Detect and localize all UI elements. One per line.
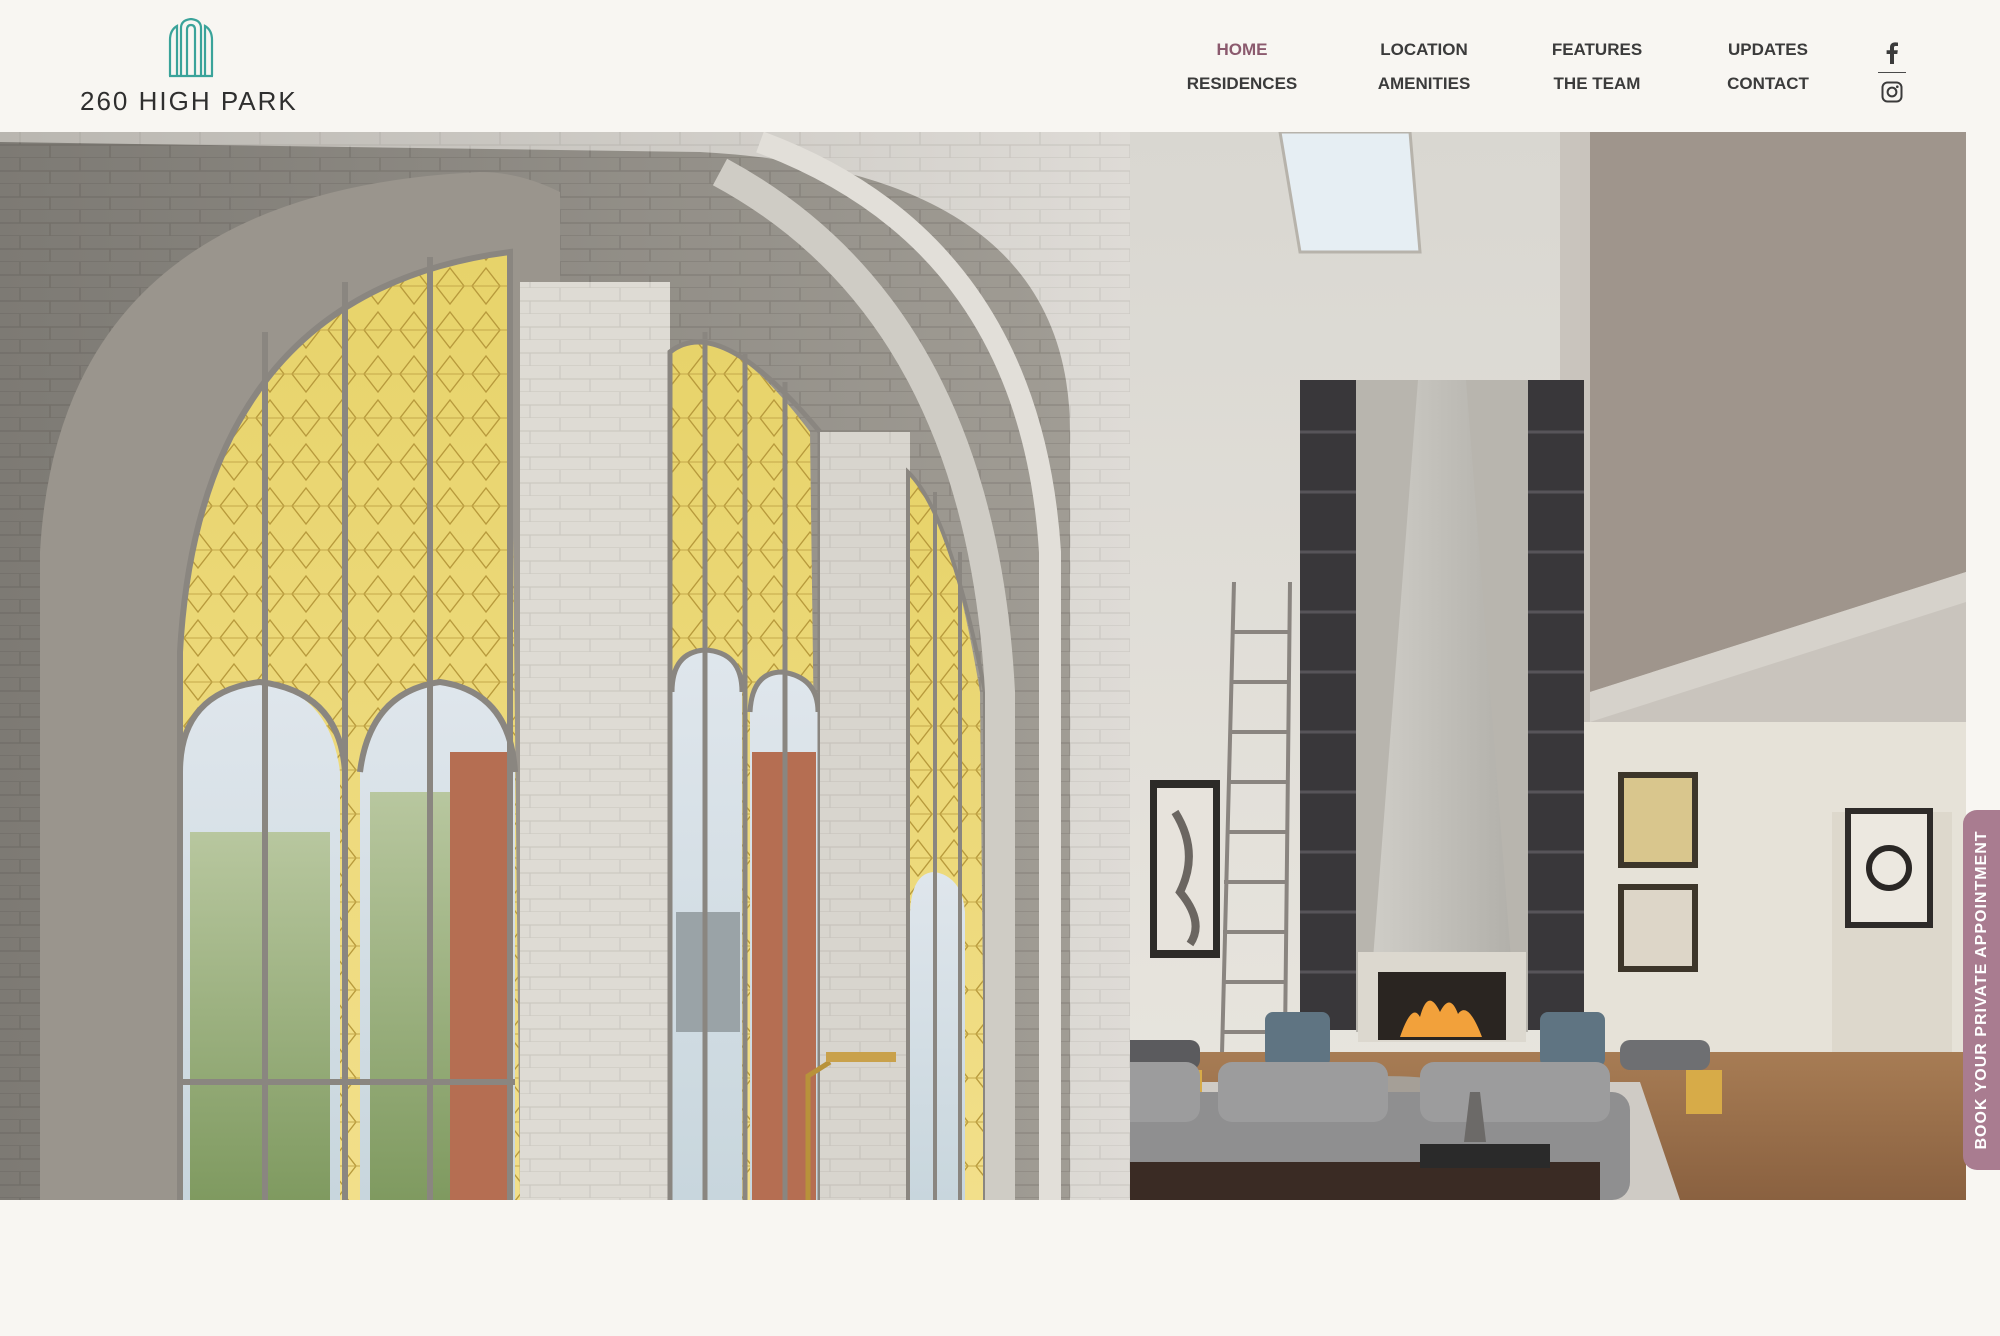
page-footer-space [0, 1200, 2000, 1336]
facebook-icon [1886, 42, 1898, 64]
nav-contact[interactable]: CONTACT [1678, 74, 1858, 94]
social-divider [1878, 72, 1906, 73]
book-appointment-label: BOOK YOUR PRIVATE APPOINTMENT [1972, 830, 1990, 1150]
nav-amenities[interactable]: AMENITIES [1334, 74, 1514, 94]
interior-loft-rendering [0, 132, 1966, 1200]
nav-updates[interactable]: UPDATES [1678, 40, 1858, 60]
arched-building-logo-icon [168, 18, 214, 78]
nav-the-team[interactable]: THE TEAM [1507, 74, 1687, 94]
facebook-link[interactable] [1876, 37, 1908, 69]
brand-name: 260 HIGH PARK [80, 86, 298, 116]
book-appointment-tab[interactable]: BOOK YOUR PRIVATE APPOINTMENT [1963, 810, 2000, 1170]
nav-features[interactable]: FEATURES [1507, 40, 1687, 60]
nav-location[interactable]: LOCATION [1334, 40, 1514, 60]
instagram-link[interactable] [1876, 76, 1908, 108]
nav-residences[interactable]: RESIDENCES [1152, 74, 1332, 94]
nav-home[interactable]: HOME [1152, 40, 1332, 60]
instagram-icon [1881, 81, 1903, 103]
logo[interactable]: 260 HIGH PARK [76, 18, 308, 118]
hero-image [0, 132, 1966, 1200]
site-header: 260 HIGH PARK HOME LOCATION FEATURES UPD… [0, 0, 2000, 132]
